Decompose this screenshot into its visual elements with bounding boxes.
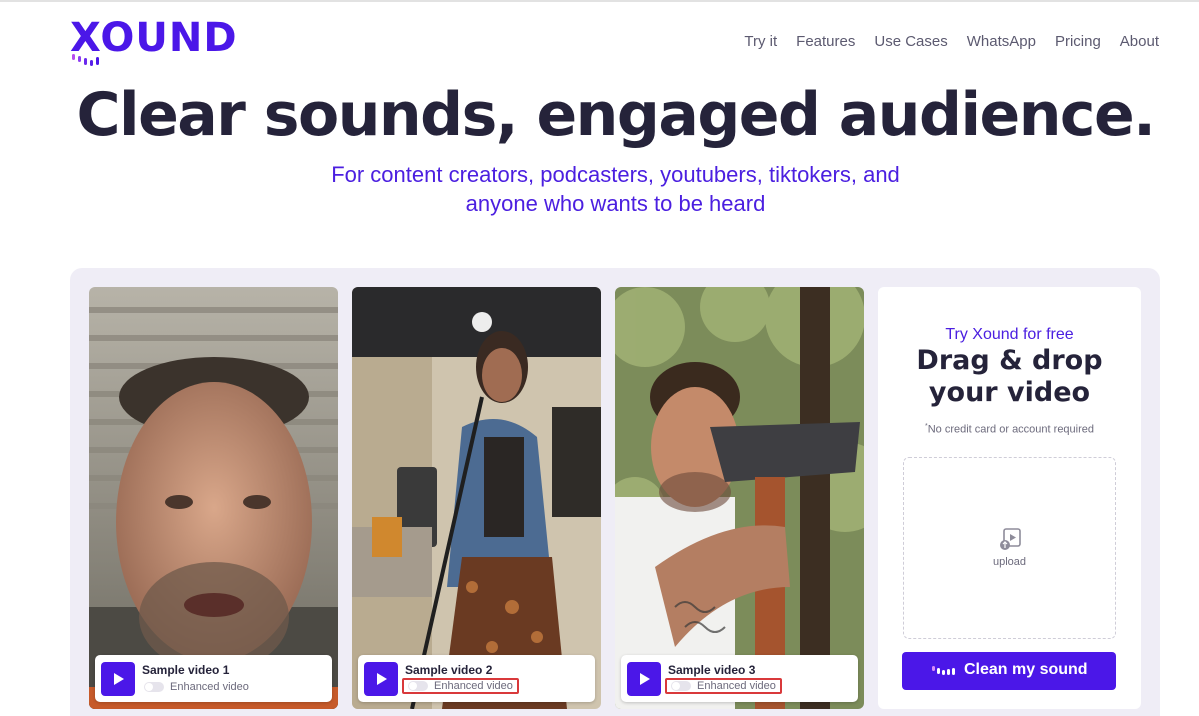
clean-my-sound-label: Clean my sound	[964, 661, 1088, 678]
upload-card: Try Xound for free Drag & drop your vide…	[878, 287, 1141, 709]
nav-about[interactable]: About	[1120, 33, 1159, 50]
enhanced-toggle[interactable]	[144, 682, 164, 692]
hero-subtitle: For content creators, podcasters, youtub…	[0, 160, 1199, 218]
enhanced-toggle[interactable]	[671, 681, 691, 691]
sample-video-card-3[interactable]: Sample video 3 Enhanced video	[615, 287, 864, 709]
nav-use-cases[interactable]: Use Cases	[874, 33, 947, 50]
video-upload-icon	[1000, 528, 1021, 550]
video-dropzone[interactable]: upload	[903, 457, 1116, 639]
sample-video-card-1[interactable]: Sample video 1 Enhanced video	[89, 287, 338, 709]
video-thumbnail-3	[615, 287, 864, 709]
nav-whatsapp[interactable]: WhatsApp	[967, 33, 1036, 50]
video-thumbnail-2	[352, 287, 601, 709]
enhanced-toggle-row[interactable]: Enhanced video	[665, 678, 782, 694]
enhanced-toggle-label: Enhanced video	[434, 680, 513, 692]
sample-title: Sample video 1	[142, 663, 230, 677]
sample-caption-3: Sample video 3 Enhanced video	[621, 655, 858, 702]
sample-video-card-2[interactable]: Sample video 2 Enhanced video	[352, 287, 601, 709]
top-border	[0, 0, 1199, 2]
try-free-label: Try Xound for free	[945, 326, 1074, 343]
enhanced-toggle[interactable]	[408, 681, 428, 691]
drag-drop-title-line-1: Drag & drop	[916, 345, 1103, 376]
main-nav: Try it Features Use Cases WhatsApp Prici…	[744, 33, 1159, 50]
hero-subtitle-line-1: For content creators, podcasters, youtub…	[331, 162, 900, 187]
enhanced-toggle-label: Enhanced video	[697, 680, 776, 692]
no-credit-card-note: *No credit card or account required	[878, 423, 1141, 436]
upload-label: upload	[992, 556, 1027, 568]
nav-features[interactable]: Features	[796, 33, 855, 50]
drag-drop-title-line-2: your video	[928, 377, 1091, 408]
drag-drop-title: Drag & drop your video	[878, 345, 1141, 409]
sample-caption-2: Sample video 2 Enhanced video	[358, 655, 595, 702]
sample-caption-1: Sample video 1 Enhanced video	[95, 655, 332, 702]
sample-title: Sample video 3	[668, 663, 756, 677]
sample-title: Sample video 2	[405, 663, 493, 677]
hero-title: Clear sounds, engaged audience.	[76, 80, 1156, 150]
enhanced-toggle-label: Enhanced video	[170, 681, 249, 693]
hero-subtitle-line-2: anyone who wants to be heard	[465, 191, 766, 216]
nav-try-it[interactable]: Try it	[744, 33, 777, 50]
xound-logo[interactable]: XOUND	[70, 18, 237, 70]
play-icon[interactable]	[101, 662, 135, 696]
play-icon[interactable]	[627, 662, 661, 696]
nav-pricing[interactable]: Pricing	[1055, 33, 1101, 50]
sound-bars-icon	[932, 666, 955, 675]
video-thumbnail-1	[89, 287, 338, 709]
logo-wordmark: XOUND	[70, 15, 238, 61]
play-icon[interactable]	[364, 662, 398, 696]
enhanced-toggle-row[interactable]: Enhanced video	[402, 678, 519, 694]
enhanced-toggle-row[interactable]: Enhanced video	[140, 679, 253, 695]
clean-my-sound-button[interactable]: Clean my sound	[902, 652, 1116, 690]
note-text: No credit card or account required	[927, 423, 1095, 436]
logo-sound-bars-icon	[72, 54, 99, 66]
